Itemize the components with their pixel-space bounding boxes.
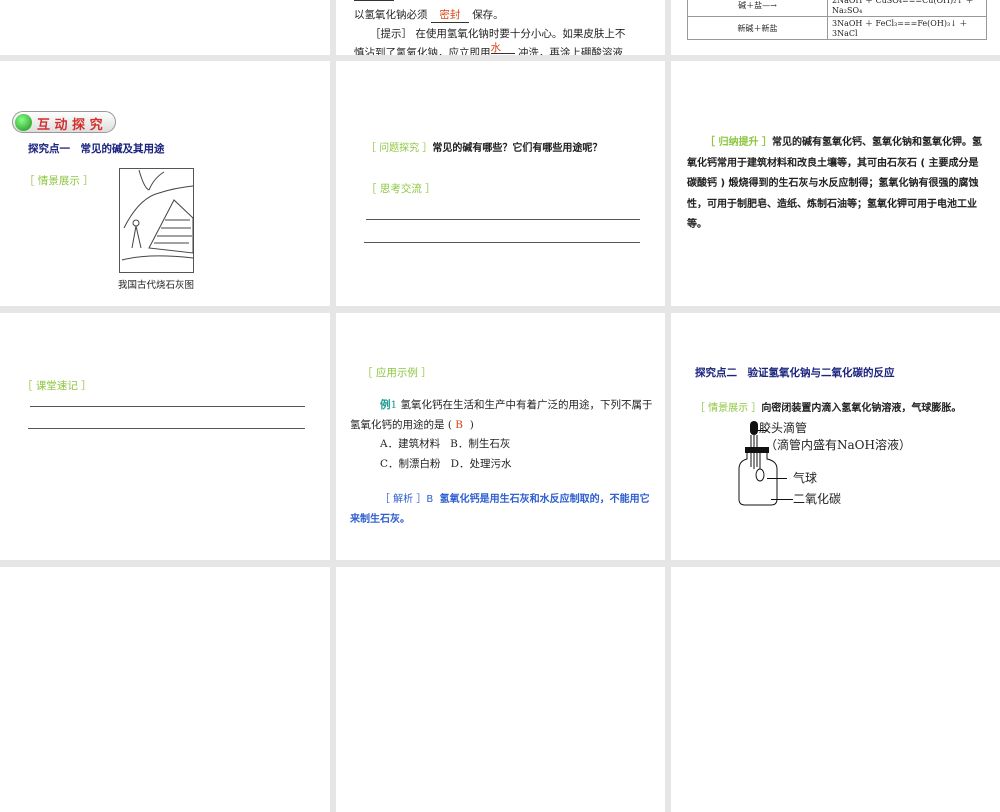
question-label: ［ 问题探究 ］ — [366, 143, 433, 154]
text: 常见的碱有氢氧化钙、氢氧化钠和氢氧化钾。 — [771, 137, 972, 148]
lime-kiln-illustration — [119, 168, 194, 273]
hint-label: ［提示］ — [370, 28, 412, 40]
example-label: ［ 应用示例 ］ — [362, 367, 432, 379]
green-circle-icon — [15, 114, 32, 131]
slide-thumbnail[interactable] — [0, 0, 330, 55]
text: ) — [469, 419, 474, 431]
slide-thumbnail[interactable]: 探究点二 验证氢氧化钠与二氧化碳的反应 ［ 情景展示 ］向密闭装置内滴入氢氧化钠… — [671, 313, 1000, 560]
notes-line — [28, 428, 305, 429]
summary-text: ［ 归纳提升 ］常见的碱有氢氧化钙、氢氧化钠和氢氧化钾。氢氧化钙常用于建筑材料和… — [687, 133, 987, 236]
summary-label: ［ 归纳提升 ］ — [705, 137, 772, 148]
notes-line — [30, 406, 305, 407]
table-row: 新碱＋新盐 3NaOH ＋ FeCl₃===Fe(OH)₃↓ ＋ 3NaCl — [687, 16, 987, 40]
dropper-bulb — [750, 421, 758, 435]
dropper-note: （滴管内盛有NaOH溶液） — [765, 438, 911, 452]
fill-answer: 密封 — [430, 9, 469, 23]
text: 慎沾到了氢氧化钠，应立即用 — [354, 47, 491, 55]
section-heading: 探究点二 验证氢氧化钠与二氧化碳的反应 — [695, 367, 895, 379]
answer: B — [455, 419, 463, 431]
text-line: 以氢氧化钠必须 密封 保存。 — [354, 5, 504, 25]
think-label: ［ 思考交流 ］ — [366, 183, 436, 195]
scene-label: ［ 情景展示 ］ — [695, 403, 762, 414]
section-banner: 互 动 探 究 — [12, 111, 116, 133]
text: 冲洗，再涂上硼酸溶液 — [517, 47, 623, 55]
scene-label: ［ 情景展示 ］ — [24, 175, 94, 187]
option-d: D．处理污水 — [450, 458, 512, 470]
slide-thumbnail[interactable]: 以氢氧化钠必须 密封 保存。 ［提示］ 在使用氢氧化钠时要十分小心。如果皮肤上不… — [336, 0, 665, 55]
text: 保存。 — [472, 9, 504, 21]
text: 以氢氧化钠必须 — [354, 9, 428, 21]
answer-line — [364, 242, 640, 243]
option-b: B．制生石灰 — [450, 438, 511, 450]
cell: 2NaOH ＋ CuSO₄===Cu(OH)₂↓ ＋ Na₂SO₄ — [827, 0, 987, 17]
text: 在使用氢氧化钠时要十分小心。如果皮肤上不 — [415, 28, 626, 40]
slide-thumbnail[interactable]: ［ 问题探究 ］常见的碱有哪些？它们有哪些用途呢？ ［ 思考交流 ］ — [336, 61, 665, 306]
banner-text: 互 动 探 究 — [37, 118, 103, 133]
example-tag: 例 — [380, 399, 391, 411]
question-text: 常见的碱有哪些？它们有哪些用途呢？ — [432, 143, 603, 154]
slide-thumbnail[interactable]: ［ 课堂速记 ］ — [0, 313, 330, 560]
example-number: 1 — [390, 399, 398, 411]
section-heading: 探究点一 常见的碱及其用途 — [28, 143, 165, 155]
option-c: C．制漂白粉 — [380, 458, 441, 470]
slide-thumbnail[interactable]: ［ 归纳提升 ］常见的碱有氢氧化钙、氢氧化钠和氢氧化钾。氢氧化钙常用于建筑材料和… — [671, 61, 1000, 306]
slide-thumbnail[interactable]: ［ 应用示例 ］ 例1 氢氧化钙在生活和生产中有着广泛的用途，下列不属于氢氧化钙… — [336, 313, 665, 560]
reaction-table: 碱＋盐—→ 2NaOH ＋ CuSO₄===Cu(OH)₂↓ ＋ Na₂SO₄ 新… — [687, 0, 987, 40]
slide-thumbnail[interactable] — [0, 567, 330, 812]
fill-answer: 水 — [490, 43, 515, 54]
analysis: ［ 解析 ］B 氢氧化钙是用生石灰和水反应制取的，不能用它来制生石灰。 — [350, 490, 656, 530]
hint-line-2: 慎沾到了氢氧化钠，应立即用水 冲洗，再涂上硼酸溶液 — [354, 43, 623, 55]
label: 胶头滴管 — [759, 421, 808, 435]
cell: 3NaOH ＋ FeCl₃===Fe(OH)₃↓ ＋ 3NaCl — [827, 16, 987, 40]
slide-thumbnail[interactable]: 互 动 探 究 探究点一 常见的碱及其用途 ［ 情景展示 ］ 我国古代烧石灰图 — [0, 61, 330, 306]
dropper-label: 胶头滴管 — [759, 421, 807, 436]
balloon-label: 气球 — [793, 471, 818, 485]
slide-thumbnail[interactable]: 碱＋盐—→ 2NaOH ＋ CuSO₄===Cu(OH)₂↓ ＋ Na₂SO₄ 新… — [671, 0, 1000, 55]
hint-line: ［提示］ 在使用氢氧化钠时要十分小心。如果皮肤上不 — [370, 24, 625, 44]
text: 氢氧化钙常用于建筑材料和改良土壤等，其可由石灰石 ( 主要成分是碳酸钙 ) 煅烧… — [687, 137, 982, 230]
example-question: 例1 氢氧化钙在生活和生产中有着广泛的用途，下列不属于氢氧化钙的用途的是 ( B… — [350, 395, 656, 435]
option-a: A．建筑材料 — [380, 438, 441, 450]
cell: 新碱＋新盐 — [687, 16, 828, 40]
cell: 碱＋盐—→ — [687, 0, 828, 17]
divider — [354, 0, 394, 1]
slide-thumbnail[interactable] — [671, 567, 1000, 812]
image-caption: 我国古代烧石灰图 — [118, 280, 195, 291]
answer-line — [366, 219, 640, 220]
table-row: 碱＋盐—→ 2NaOH ＋ CuSO₄===Cu(OH)₂↓ ＋ Na₂SO₄ — [687, 0, 987, 17]
gas-label: 二氧化碳 — [793, 492, 842, 506]
analysis-label: ［ 解析 ］B — [380, 494, 434, 505]
notes-label: ［ 课堂速记 ］ — [22, 380, 92, 392]
scene-text: 向密闭装置内滴入氢氧化钠溶液，气球膨胀。 — [761, 403, 962, 414]
slide-thumbnail[interactable] — [336, 567, 665, 812]
